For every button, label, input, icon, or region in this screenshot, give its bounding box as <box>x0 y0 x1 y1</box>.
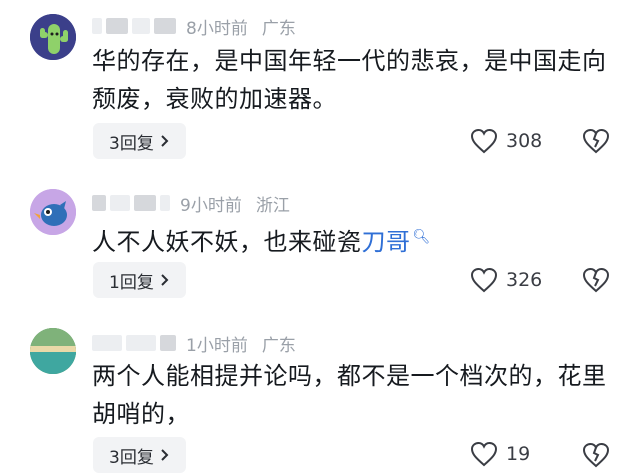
comment-text-content: 华的存在，是中国年轻一代的悲哀，是中国走向颓废，衰败的加速器。 <box>92 47 607 113</box>
comment-text[interactable]: 人不人妖不妖，也来碰瓷刀哥 🔍︎ <box>92 218 612 261</box>
comment-time: 9小时前 <box>180 195 242 216</box>
chevron-right-icon <box>161 449 169 461</box>
comment-text-content: 人不人妖不妖，也来碰瓷 <box>92 228 362 256</box>
heart-icon[interactable] <box>470 128 498 154</box>
chevron-right-icon <box>161 135 169 147</box>
comment-text-content: 两个人能相提并论吗，都不是一个档次的，花里胡哨的， <box>92 362 607 428</box>
reply-button[interactable]: 3回复 <box>93 123 186 159</box>
comment-location: 广东 <box>261 335 296 356</box>
comment-meta: 8小时前 广东 <box>92 13 296 39</box>
comment-text[interactable]: 两个人能相提并论吗，都不是一个档次的，花里胡哨的， <box>92 357 612 433</box>
reply-label: 3回复 <box>109 133 154 154</box>
comment-meta: 9小时前 浙江 <box>92 190 290 216</box>
like-control[interactable]: 308 <box>470 124 542 158</box>
comment-meta: 1小时前 广东 <box>92 330 296 356</box>
broken-heart-icon[interactable] <box>582 266 610 294</box>
broken-heart-icon[interactable] <box>582 441 610 469</box>
like-count: 308 <box>506 130 543 152</box>
landscape-avatar-icon <box>30 328 76 374</box>
comment-location: 广东 <box>261 18 296 39</box>
bird-avatar-icon <box>30 189 76 235</box>
comment-time: 1小时前 <box>186 335 248 356</box>
search-icon[interactable]: 🔍︎ <box>413 229 431 245</box>
comment-location: 浙江 <box>255 195 290 216</box>
reply-label: 3回复 <box>109 447 154 468</box>
username-redacted[interactable] <box>92 18 176 34</box>
comment-time: 8小时前 <box>186 18 248 39</box>
reply-button[interactable]: 1回复 <box>93 262 186 298</box>
avatar[interactable] <box>30 189 76 235</box>
username-redacted[interactable] <box>92 335 176 351</box>
like-control[interactable]: 19 <box>470 437 530 471</box>
chevron-right-icon <box>161 274 169 286</box>
broken-heart-icon[interactable] <box>582 127 610 155</box>
cactus-avatar-icon <box>30 14 76 60</box>
like-count: 19 <box>506 443 531 465</box>
avatar[interactable] <box>30 328 76 374</box>
like-control[interactable]: 326 <box>470 263 542 297</box>
like-count: 326 <box>506 269 543 291</box>
heart-icon[interactable] <box>470 267 498 293</box>
comment-text[interactable]: 华的存在，是中国年轻一代的悲哀，是中国走向颓废，衰败的加速器。 <box>92 42 612 118</box>
reply-label: 1回复 <box>109 272 154 293</box>
reply-button[interactable]: 3回复 <box>93 437 186 473</box>
username-redacted[interactable] <box>92 195 170 211</box>
avatar[interactable] <box>30 14 76 60</box>
mention-link[interactable]: 刀哥 <box>362 228 411 256</box>
heart-icon[interactable] <box>470 441 498 467</box>
